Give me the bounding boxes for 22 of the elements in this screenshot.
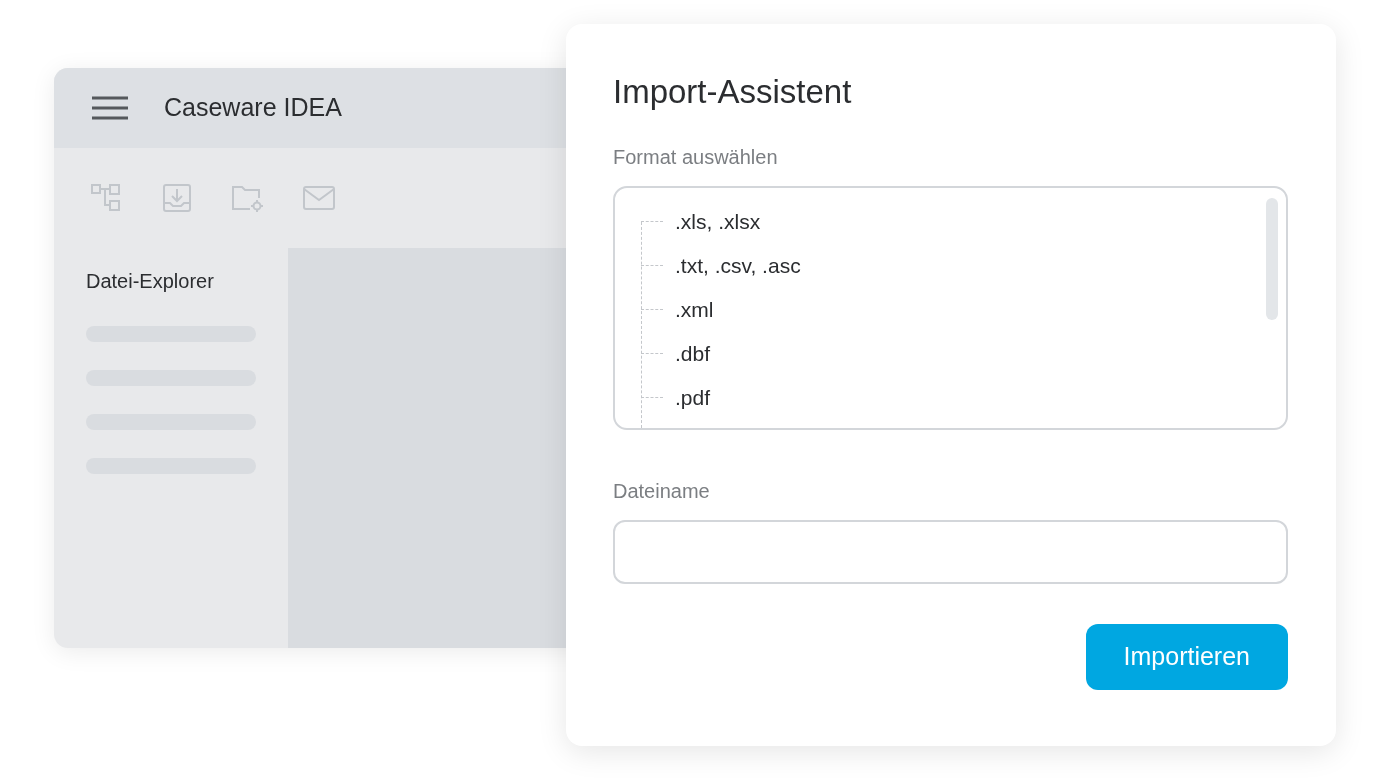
format-item[interactable]: .xml [675, 293, 714, 326]
tree-connector [641, 309, 663, 311]
folder-gear-icon[interactable] [230, 183, 264, 213]
format-list[interactable]: .xls, .xlsx .txt, .csv, .asc .xml .dbf .pdf [613, 185, 1288, 430]
field-label: Dateiname [613, 478, 711, 504]
tree-connector [641, 353, 663, 355]
scrollbar[interactable] [1266, 197, 1278, 320]
sidebar-title: Datei-Explorer [86, 269, 215, 294]
format-item[interactable]: .txt, .csv, .asc [675, 249, 801, 282]
field-label: Format auswählen [613, 144, 779, 170]
download-tray-icon[interactable] [162, 183, 192, 213]
tree-connector [641, 265, 663, 267]
tree-connector [641, 397, 663, 399]
app-title: Caseware IDEA [164, 92, 342, 124]
dialog-title: Import-Assistent [613, 72, 853, 112]
format-item[interactable]: .pdf [675, 381, 711, 414]
tree-connector [641, 221, 663, 223]
format-item[interactable]: .xls, .xlsx [675, 205, 761, 238]
format-item[interactable]: .dbf [675, 337, 711, 370]
menu-icon[interactable] [92, 96, 128, 120]
filename-field[interactable] [613, 519, 1288, 584]
mail-icon[interactable] [302, 184, 336, 212]
